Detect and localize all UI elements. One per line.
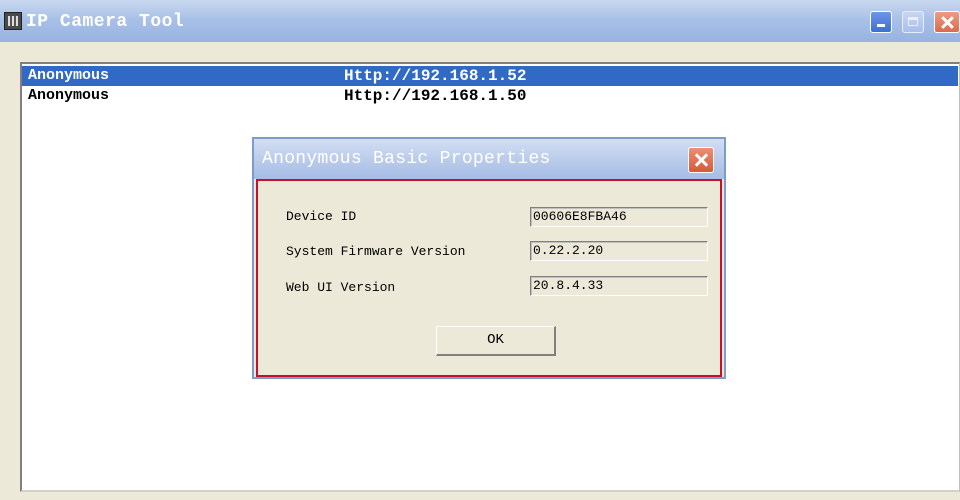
app-icon[interactable] — [4, 12, 22, 30]
firmware-version-label: System Firmware Version — [286, 244, 466, 259]
maximize-button[interactable] — [902, 11, 924, 33]
dialog-title: Anonymous Basic Properties — [262, 149, 551, 169]
device-row[interactable]: Anonymous Http://192.168.1.50 — [22, 86, 958, 106]
web-ui-version-label: Web UI Version — [286, 280, 396, 295]
minimize-button[interactable] — [870, 11, 892, 33]
dialog-close-button[interactable] — [688, 147, 714, 173]
device-id-field[interactable]: 00606E8FBA46 — [530, 207, 708, 227]
dialog-body: Device ID 00606E8FBA46 System Firmware V… — [256, 179, 722, 377]
device-name: Anonymous — [28, 67, 110, 84]
web-ui-version-field[interactable]: 20.8.4.33 — [530, 276, 708, 296]
firmware-version-field[interactable]: 0.22.2.20 — [530, 241, 708, 261]
device-id-label: Device ID — [286, 209, 357, 224]
device-url: Http://192.168.1.50 — [344, 87, 527, 105]
device-name: Anonymous — [28, 87, 110, 104]
device-row[interactable]: Anonymous Http://192.168.1.52 — [22, 66, 958, 86]
device-url: Http://192.168.1.52 — [344, 67, 527, 85]
close-button[interactable] — [934, 11, 960, 33]
dialog-title-bar[interactable]: Anonymous Basic Properties — [254, 139, 724, 179]
window-title: IP Camera Tool — [26, 12, 185, 32]
title-bar[interactable]: IP Camera Tool — [0, 0, 960, 42]
ok-button[interactable]: OK — [436, 326, 556, 356]
properties-dialog: Anonymous Basic Properties Device ID 006… — [252, 137, 726, 379]
